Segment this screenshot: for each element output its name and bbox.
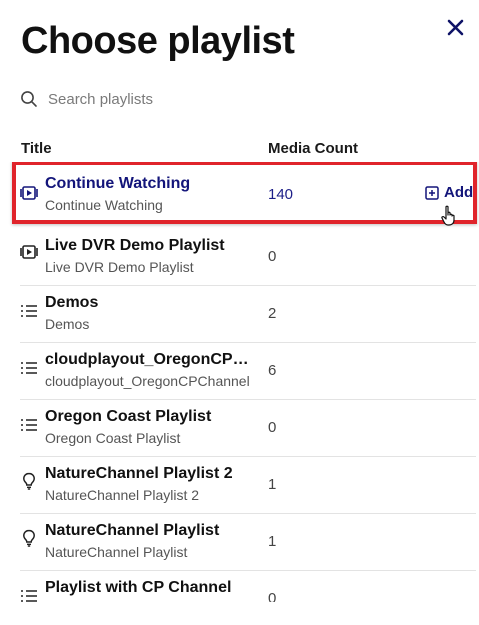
video-playlist-icon xyxy=(20,245,38,259)
playlist-row[interactable]: Live DVR Demo Playlist Live DVR Demo Pla… xyxy=(20,229,476,286)
playlist-list: Continue Watching Continue Watching 140 … xyxy=(0,162,479,602)
lightbulb-icon xyxy=(23,472,35,490)
playlist-subtitle: NatureChannel Playlist xyxy=(45,544,188,560)
search-input[interactable] xyxy=(48,90,428,108)
playlist-row[interactable]: Oregon Coast Playlist Oregon Coast Playl… xyxy=(20,400,476,457)
list-icon xyxy=(21,305,37,317)
playlist-subtitle: cloudplayout_OregonCPChannel xyxy=(45,373,250,389)
playlist-subtitle: Oregon Coast Playlist xyxy=(45,430,181,446)
add-label: Add xyxy=(444,184,474,201)
column-header-title[interactable]: Title xyxy=(21,140,52,157)
playlist-name: Demos xyxy=(45,294,99,311)
media-count: 0 xyxy=(268,590,277,602)
add-button[interactable]: Add xyxy=(425,184,473,201)
column-header-media-count[interactable]: Media Count xyxy=(268,140,358,157)
media-count: 0 xyxy=(268,419,277,436)
playlist-name: NatureChannel Playlist xyxy=(45,522,220,539)
playlist-name: Live DVR Demo Playlist xyxy=(45,237,225,254)
playlist-subtitle: Demos xyxy=(45,316,90,332)
media-count: 1 xyxy=(268,476,277,493)
playlist-row[interactable]: Playlist with CP Channel 0 xyxy=(20,571,476,602)
list-icon xyxy=(21,590,37,602)
dialog-title: Choose playlist xyxy=(21,20,295,62)
playlist-name: Playlist with CP Channel xyxy=(45,579,232,596)
lightbulb-icon xyxy=(23,529,35,547)
playlist-row[interactable]: Demos Demos 2 xyxy=(20,286,476,343)
media-count: 0 xyxy=(268,248,277,265)
playlist-row[interactable]: NatureChannel Playlist 2 NatureChannel P… xyxy=(20,457,476,514)
media-count: 2 xyxy=(268,305,277,322)
playlist-subtitle: NatureChannel Playlist 2 xyxy=(45,487,200,503)
close-button[interactable] xyxy=(441,14,469,42)
playlist-row[interactable]: cloudplayout_OregonCPC... cloudplayout_O… xyxy=(20,343,476,400)
playlist-name: NatureChannel Playlist 2 xyxy=(45,465,233,482)
playlist-subtitle: Live DVR Demo Playlist xyxy=(45,259,194,275)
playlist-subtitle: Continue Watching xyxy=(45,197,163,213)
playlist-name: Oregon Coast Playlist xyxy=(45,408,212,425)
search-bar xyxy=(20,85,460,113)
add-box-icon xyxy=(425,185,439,200)
playlist-name: Continue Watching xyxy=(45,175,191,192)
playlist-row[interactable]: NatureChannel Playlist NatureChannel Pla… xyxy=(20,514,476,571)
list-icon xyxy=(21,419,37,431)
playlist-row-continue-watching[interactable]: Continue Watching Continue Watching 140 … xyxy=(12,162,477,226)
close-icon xyxy=(447,19,464,36)
playlist-name: cloudplayout_OregonCPC... xyxy=(45,351,257,368)
video-playlist-icon xyxy=(20,186,38,200)
media-count: 6 xyxy=(268,362,277,379)
list-icon xyxy=(21,362,37,374)
hand-pointer-icon xyxy=(441,205,455,226)
search-icon xyxy=(21,91,37,107)
media-count: 1 xyxy=(268,533,277,550)
media-count: 140 xyxy=(268,186,294,203)
